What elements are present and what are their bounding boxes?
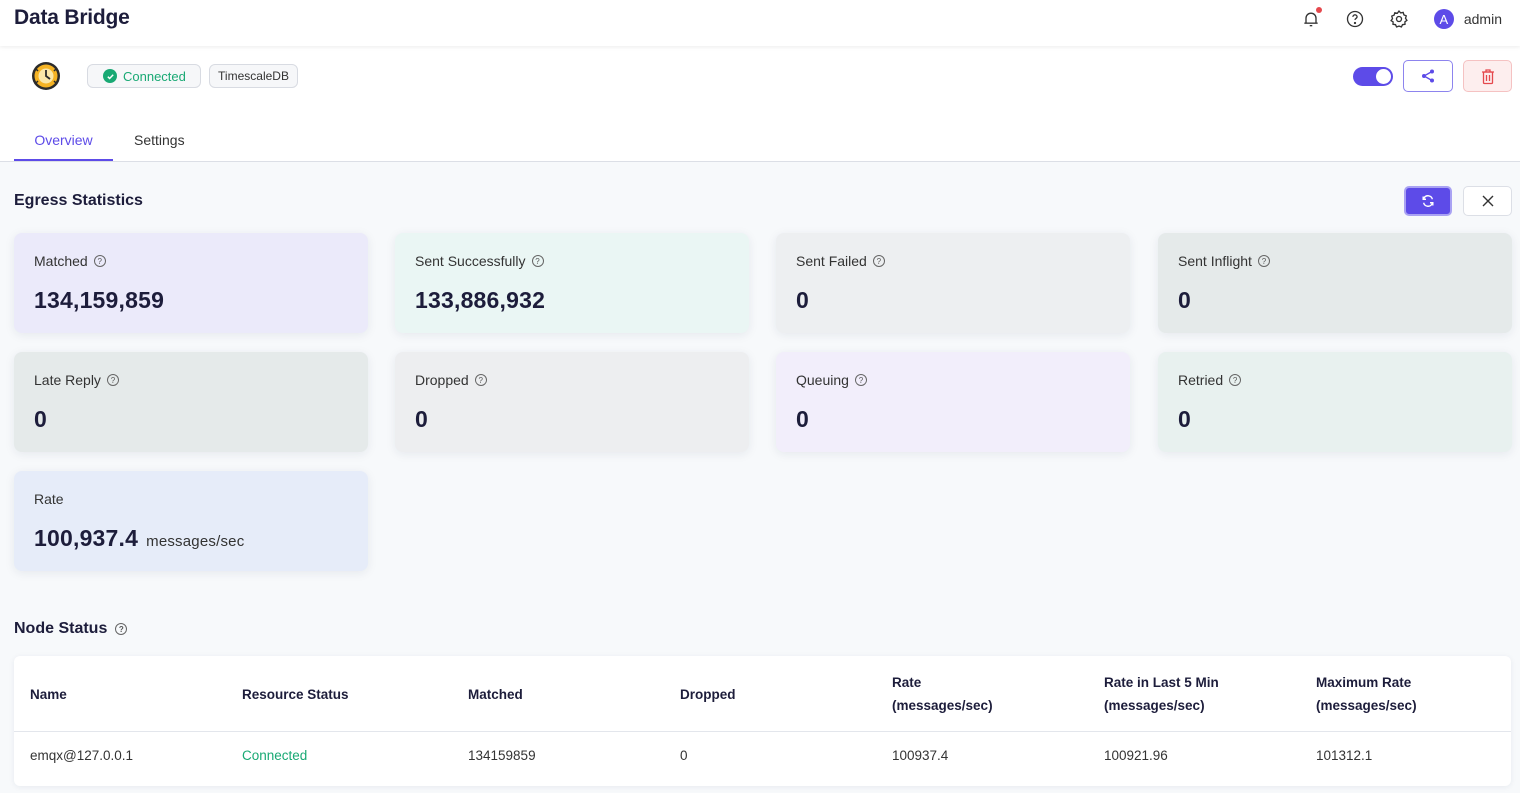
avatar[interactable]: A: [1433, 9, 1454, 29]
stat-label: Late Reply: [34, 372, 101, 388]
help-icon[interactable]: ?: [474, 374, 487, 386]
top-bar: Data Bridge A admin: [0, 0, 1520, 46]
toggle-knob: [1376, 69, 1391, 84]
stat-label: Sent Successfully: [415, 253, 526, 269]
active-tab-indicator: [14, 159, 113, 161]
delete-button[interactable]: [1463, 60, 1512, 92]
help-button[interactable]: [1344, 8, 1366, 30]
app-title: Data Bridge: [14, 6, 130, 29]
help-icon[interactable]: ?: [1229, 374, 1242, 386]
column-header-dropped: Dropped: [680, 686, 736, 702]
bridge-header: Connected TimescaleDB Overview Settings: [0, 46, 1520, 162]
trash-icon: [1481, 68, 1494, 84]
help-icon[interactable]: ?: [93, 255, 106, 267]
check-circle-icon: [103, 69, 117, 83]
stat-label: Dropped: [415, 372, 469, 388]
help-icon[interactable]: ?: [531, 255, 544, 267]
stat-label: Queuing: [796, 372, 849, 388]
cell-maximum-rate: 101312.1: [1316, 748, 1373, 763]
node-status-title: Node Status ?: [14, 620, 128, 638]
stat-card-sent-inflight: Sent Inflight? 0: [1158, 233, 1512, 333]
stat-label: Rate: [34, 491, 64, 507]
help-icon[interactable]: ?: [1257, 255, 1270, 267]
cell-rate-last-5-min: 100921.96: [1104, 748, 1168, 763]
notifications-button[interactable]: [1300, 7, 1322, 30]
help-icon[interactable]: ?: [872, 255, 885, 267]
help-icon[interactable]: ?: [106, 374, 119, 386]
column-header-resource-status: Resource Status: [242, 686, 349, 702]
stat-value: 134,159,859: [34, 287, 165, 313]
stat-card-matched: Matched? 134,159,859: [14, 233, 368, 333]
bridge-type-badge: TimescaleDB: [209, 64, 298, 88]
column-header-rate: Rate (messages/sec): [892, 675, 993, 713]
egress-statistics-title: Egress Statistics: [14, 192, 143, 209]
cell-dropped: 0: [680, 748, 688, 763]
stat-value: 0: [796, 287, 809, 313]
help-icon[interactable]: ?: [854, 374, 867, 386]
stat-value: 0: [1178, 406, 1191, 432]
stat-card-dropped: Dropped? 0: [395, 352, 749, 452]
gear-icon: [1389, 10, 1408, 28]
stat-label: Sent Failed: [796, 253, 867, 269]
refresh-icon: [1422, 195, 1434, 207]
connection-status-text: Connected: [123, 68, 186, 84]
node-status-table: Name Resource Status Matched Dropped Rat…: [14, 656, 1511, 786]
table-divider: [14, 731, 1511, 732]
tab-settings[interactable]: Settings: [134, 132, 185, 148]
stat-label: Matched: [34, 253, 88, 269]
column-header-name: Name: [30, 686, 67, 702]
stat-value: 0: [1178, 287, 1191, 313]
share-icon: [1422, 69, 1434, 83]
username[interactable]: admin: [1464, 11, 1502, 27]
column-header-rate-last-5-min: Rate in Last 5 Min (messages/sec): [1104, 675, 1219, 713]
column-header-maximum-rate: Maximum Rate (messages/sec): [1316, 675, 1417, 713]
column-header-matched: Matched: [468, 686, 523, 702]
notification-dot: [1315, 7, 1322, 13]
stat-label: Retried: [1178, 372, 1224, 388]
stat-card-sent-failed: Sent Failed? 0: [776, 233, 1130, 333]
tab-overview[interactable]: Overview: [14, 132, 113, 148]
cell-name: emqx@127.0.0.1: [30, 748, 134, 763]
settings-button[interactable]: [1388, 8, 1410, 30]
refresh-button[interactable]: [1404, 186, 1452, 216]
top-actions: A admin: [1278, 6, 1502, 32]
cell-resource-status: Connected: [242, 748, 308, 763]
timescaledb-logo-icon: [32, 62, 60, 90]
stat-card-rate: Rate 100,937.4 messages/sec: [14, 471, 368, 571]
stat-unit: messages/sec: [146, 533, 245, 550]
stat-value: 100,937.4: [34, 525, 139, 551]
question-circle-icon: [1346, 10, 1364, 28]
node-status-title-text: Node Status: [14, 620, 108, 637]
help-icon[interactable]: ?: [115, 623, 128, 635]
stat-value: 0: [34, 406, 47, 432]
stat-label: Sent Inflight: [1178, 253, 1252, 269]
stat-value: 133,886,932: [415, 287, 546, 313]
stat-value: 0: [796, 406, 809, 432]
connection-status-badge: Connected: [87, 64, 201, 88]
reset-stats-button[interactable]: [1463, 186, 1512, 216]
cell-rate: 100937.4: [892, 748, 949, 763]
close-icon: [1482, 195, 1493, 207]
cell-matched: 134159859: [468, 748, 536, 763]
stat-value: 0: [415, 406, 428, 432]
stat-card-retried: Retried? 0: [1158, 352, 1512, 452]
enable-toggle[interactable]: [1353, 67, 1393, 86]
share-button[interactable]: [1403, 60, 1453, 92]
stat-card-late-reply: Late Reply? 0: [14, 352, 368, 452]
stat-card-queuing: Queuing? 0: [776, 352, 1130, 452]
stat-card-sent-successfully: Sent Successfully? 133,886,932: [395, 233, 749, 333]
